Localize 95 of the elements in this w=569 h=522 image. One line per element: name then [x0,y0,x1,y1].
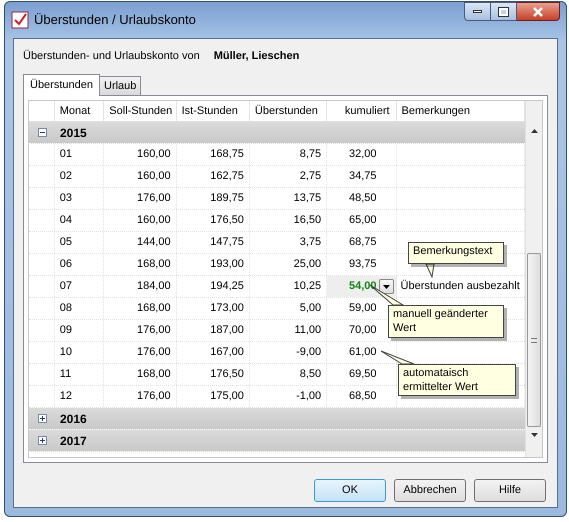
table-cell-text: 08 [58,301,74,316]
maximize-icon [499,8,508,16]
minimize-icon [473,10,482,13]
callout: Bemerkungstext [408,242,504,264]
table-cell-text: 10 [58,345,74,360]
column-header[interactable]: kumuliert [327,101,397,121]
table-cell-text: 16,50 [292,213,322,228]
table-cell-text: 10,25 [292,279,322,294]
table-cell-text: 25,00 [292,257,322,272]
table-cell-text: Überstunden ausbezahlt [400,278,521,294]
table-cell-text: 11 [58,367,72,382]
table-cell-text: 160,00 [136,147,172,162]
table-cell-text: 160,00 [136,213,172,228]
employee-name: Müller, Lieschen [214,48,300,64]
group-year: 2016 [59,410,87,428]
table-cell-text: 176,00 [136,389,172,404]
app-icon [11,11,29,29]
table-cell-text: 176,00 [136,191,172,206]
header-label: Überstunden- und Urlaubskonto von [23,48,200,64]
table-cell-text: 02 [58,169,74,184]
table-cell-text: 8,50 [298,367,322,382]
group-row[interactable]: 2015 [29,122,526,144]
group-year: 2017 [59,432,87,450]
table-cell-text: 69,50 [348,367,378,382]
table-cell-text: 03 [58,191,74,206]
table-cell-text: -1,00 [295,389,322,404]
maximize-button[interactable] [491,2,517,21]
table-cell-text: 168,75 [209,147,245,162]
table-cell-text: 176,00 [136,345,172,360]
table-cell-text: 48,50 [348,191,378,206]
table-cell-text: 01 [58,147,74,162]
table-cell-text: 168,00 [136,301,172,316]
table-cell-text: 04 [58,213,74,228]
table-cell-text: 176,50 [209,213,245,228]
table-cell-text: 13,75 [292,191,322,206]
close-icon [532,6,544,16]
table-cell-text: 61,00 [348,345,378,360]
table-cell-text: 189,75 [209,191,245,206]
table-cell-text: 168,00 [136,367,172,382]
table-cell-text: 160,00 [136,169,172,184]
scroll-up-icon[interactable] [530,129,538,133]
dropdown-button[interactable] [378,279,394,294]
table-cell-text: 173,00 [209,301,245,316]
group-row[interactable]: 2016 [29,408,526,430]
dialog-button[interactable]: Hilfe [474,479,546,502]
expand-icon[interactable] [38,414,46,423]
table-cell-text: 59,00 [348,301,378,316]
table-cell-text: 54,00 [349,279,378,294]
group-year: 2015 [59,124,87,142]
table-cell-text: 2,75 [298,169,322,184]
table-cell-text: 176,00 [136,323,172,338]
table-cell-text: 147,75 [209,235,245,250]
minimize-button[interactable] [464,2,491,21]
table-cell-text: 162,75 [209,169,245,184]
group-row[interactable]: 2017 [29,430,526,452]
table-cell-text: 34,75 [348,169,378,184]
table-cell-text: 175,00 [209,389,245,404]
column-header[interactable]: Ist-Stunden [176,101,250,121]
table-cell-text: 07 [58,279,74,294]
tab[interactable]: Urlaub [100,76,142,95]
table-cell-text: 12 [58,389,74,404]
table-cell-text: -9,00 [295,345,322,360]
column-header[interactable]: Monat [54,101,104,121]
table-cell-text: 32,00 [348,147,378,162]
table-cell-text: 8,75 [298,147,322,162]
table-cell-text: 193,00 [209,257,245,272]
window-title: Überstunden / Urlaubskonto [34,11,196,30]
scrollbar[interactable] [525,101,542,457]
table-cell-text: 68,75 [348,235,378,250]
table-cell-text: 68,50 [348,389,378,404]
dialog-button[interactable]: Abbrechen [394,479,466,502]
table-cell-text: 65,00 [348,213,378,228]
dialog-button[interactable]: OK [314,479,386,502]
table-cell-text: 09 [58,323,74,338]
caret-icon [382,284,390,288]
table-cell-text: 93,75 [348,257,378,272]
table-cell-text: 194,25 [209,279,245,294]
table-cell-text: 168,00 [136,257,172,272]
column-header[interactable]: Soll-Stunden [104,101,177,121]
scroll-down-icon[interactable] [530,433,538,437]
table-cell-text: 187,00 [209,323,245,338]
collapse-icon[interactable] [38,128,46,137]
table-cell-text: 05 [58,235,74,250]
table-cell-text: 167,00 [209,345,245,360]
table-cell-text: 06 [58,257,74,272]
table-cell-text: 3,75 [298,235,322,250]
table-cell-text: 144,00 [136,235,172,250]
close-button[interactable] [517,2,560,21]
table-cell-text: 176,50 [209,367,245,382]
tab[interactable]: Überstunden [23,74,100,96]
table-cell-text: 11,00 [293,323,322,338]
table-cell-text: 184,00 [136,279,172,294]
expand-icon[interactable] [38,436,46,445]
column-header[interactable]: Überstunden [250,101,328,121]
table-cell-text: 5,00 [298,301,322,316]
